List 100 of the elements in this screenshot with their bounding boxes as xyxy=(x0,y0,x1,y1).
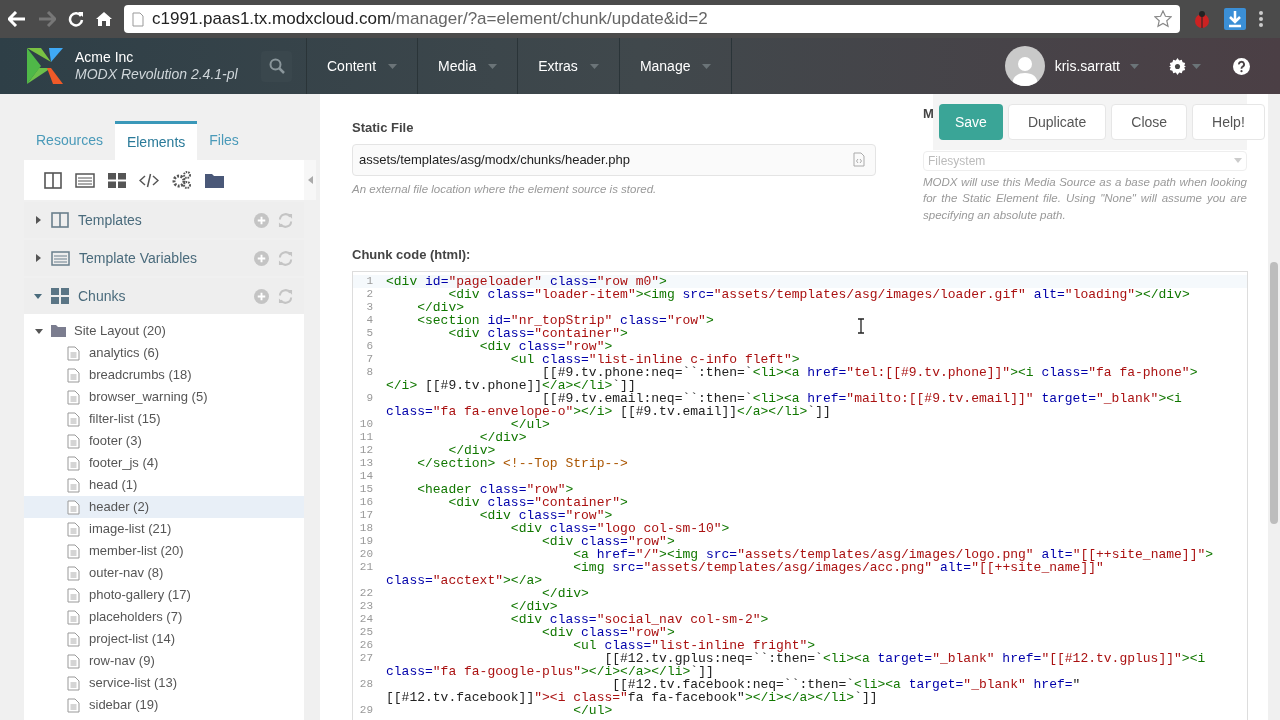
reload-icon[interactable] xyxy=(68,11,84,27)
avatar[interactable] xyxy=(1004,46,1045,86)
help-text: MODX will use this Media Source as a base path when looking for the Static Element file. Using "None" will assume you are specifying an absolute path. xyxy=(923,174,1247,223)
line-number: 7 xyxy=(365,352,374,366)
star-icon[interactable] xyxy=(1154,10,1172,28)
line-number: 26 xyxy=(358,638,374,652)
line-number: 5 xyxy=(365,326,374,340)
scrollbar-thumb[interactable] xyxy=(1270,262,1278,524)
tree-item[interactable]: project-list (14) xyxy=(24,628,304,650)
line-number: 16 xyxy=(358,495,374,509)
line-number: 15 xyxy=(358,482,374,496)
document-icon xyxy=(67,543,80,559)
site-name: Acme Inc xyxy=(75,49,135,66)
document-icon xyxy=(67,631,80,647)
code-line: <div class="social_nav col-sm-2"> xyxy=(509,612,769,626)
caret-icon xyxy=(1130,63,1139,69)
search-button[interactable] xyxy=(261,50,292,82)
tree-item[interactable]: footer_js (4) xyxy=(24,452,304,474)
help-icon[interactable] xyxy=(1233,57,1250,75)
tree-item[interactable]: sidebar (19) xyxy=(24,694,304,716)
tree-item[interactable]: breadcrumbs (18) xyxy=(24,364,304,386)
caret-icon xyxy=(488,63,498,69)
line-number: 11 xyxy=(358,430,374,444)
code-line: </ul> xyxy=(572,703,613,717)
line-number: 22 xyxy=(358,586,374,600)
tree-item[interactable]: filter-list (15) xyxy=(24,408,304,430)
code-icon[interactable] xyxy=(139,172,159,188)
line-number: 23 xyxy=(358,599,374,613)
tree-item[interactable]: head (1) xyxy=(24,474,304,496)
line-number: 3 xyxy=(365,300,374,314)
code-line: <div class="logo col-sm-10"> xyxy=(509,521,730,535)
tree-item[interactable]: footer (3) xyxy=(24,430,304,452)
template-icon[interactable] xyxy=(44,171,62,189)
home-icon[interactable] xyxy=(96,11,112,27)
code-line: [[#9.tv.email:neq=``:then=`<li><a href="mailto:[[#9.tv.email]]" target="_blank"><i xyxy=(542,391,1182,405)
static-file-field[interactable]: assets/templates/asg/modx/chunks/header.php xyxy=(352,143,876,176)
document-icon xyxy=(67,499,80,515)
username-menu[interactable]: kris.sarratt xyxy=(1054,55,1120,77)
code-line: <div id="pageloader" class="row m0"> xyxy=(385,274,667,288)
line-number: 17 xyxy=(358,508,374,522)
code-line: </ul> xyxy=(510,417,550,431)
action-button[interactable]: Duplicate xyxy=(1007,104,1107,140)
line-number: 9 xyxy=(365,391,374,405)
caret-icon xyxy=(589,63,599,69)
line-number: 10 xyxy=(358,417,374,431)
caret-icon xyxy=(702,63,712,69)
action-button[interactable]: Close xyxy=(1111,104,1188,140)
document-icon xyxy=(67,565,80,581)
line-number: 8 xyxy=(365,365,374,379)
tree-item[interactable]: outer-nav (8) xyxy=(24,562,304,584)
line-number: 24 xyxy=(358,612,374,626)
code-line: </div> xyxy=(416,300,465,314)
logo-icon[interactable] xyxy=(25,46,65,86)
menu-icon[interactable] xyxy=(1258,10,1264,28)
line-number: 25 xyxy=(358,625,374,639)
code-line: <header class="row"> xyxy=(416,482,574,496)
back-icon[interactable] xyxy=(8,11,26,27)
document-icon xyxy=(67,587,80,603)
address-bar[interactable]: c1991.paas1.tx.modxcloud.com/manager/?a=element/chunk/update&id=2 xyxy=(124,5,1180,33)
code-line: </div> xyxy=(509,599,558,613)
field-label: Static File xyxy=(352,119,415,137)
tree-item[interactable]: header (2) xyxy=(24,496,304,518)
tree-item[interactable]: placeholders (7) xyxy=(24,606,304,628)
action-button[interactable]: Help! xyxy=(1192,104,1265,140)
tree-folder[interactable]: Site Layout (20) xyxy=(24,320,304,342)
tree-item[interactable]: photo-gallery (17) xyxy=(24,584,304,606)
code-editor[interactable] xyxy=(352,270,1248,720)
tree-item[interactable]: service-list (13) xyxy=(24,672,304,694)
document-icon xyxy=(67,609,80,625)
field-label: Chunk code (html): xyxy=(352,246,472,264)
document-icon xyxy=(67,697,80,713)
document-icon xyxy=(67,455,80,471)
line-number: 20 xyxy=(358,547,374,561)
forward-icon[interactable] xyxy=(38,11,56,27)
ladybug-icon[interactable] xyxy=(1192,9,1212,29)
collapse-arrow-icon xyxy=(307,176,313,184)
line-number: 18 xyxy=(358,521,374,535)
tree-item[interactable]: member-list (20) xyxy=(24,540,304,562)
line-number: 6 xyxy=(365,339,374,353)
help-text: An external file location where the element source is stored. xyxy=(352,181,658,197)
grid-icon[interactable] xyxy=(108,172,126,188)
line-number: 21 xyxy=(358,560,374,574)
tree-item[interactable]: browser_warning (5) xyxy=(24,386,304,408)
list-icon[interactable] xyxy=(75,172,95,188)
sidebar-tab[interactable]: Elements xyxy=(114,121,198,160)
tree-item[interactable]: row-nav (9) xyxy=(24,650,304,672)
document-icon xyxy=(67,389,80,405)
settings-icon[interactable] xyxy=(1169,57,1186,75)
folder-icon xyxy=(51,325,66,337)
file-code-icon[interactable] xyxy=(853,152,865,167)
collapse-handle[interactable] xyxy=(304,160,316,200)
gears-icon[interactable] xyxy=(172,171,192,189)
code-line: [[#9.tv.phone:neq=``:then=`<li><a href="tel:[[#9.tv.phone]]"><i class="fa fa-phone"> xyxy=(541,365,1198,379)
code-line: </div> xyxy=(541,586,589,600)
download-icon[interactable] xyxy=(1224,8,1246,30)
tree-item[interactable]: analytics (6) xyxy=(24,342,304,364)
caret-icon xyxy=(388,63,398,69)
code-line: </i> [[#9.tv.phone]]</a></li>`]] xyxy=(386,378,636,392)
tree-item[interactable]: image-list (21) xyxy=(24,518,304,540)
folder-icon[interactable] xyxy=(205,172,224,188)
